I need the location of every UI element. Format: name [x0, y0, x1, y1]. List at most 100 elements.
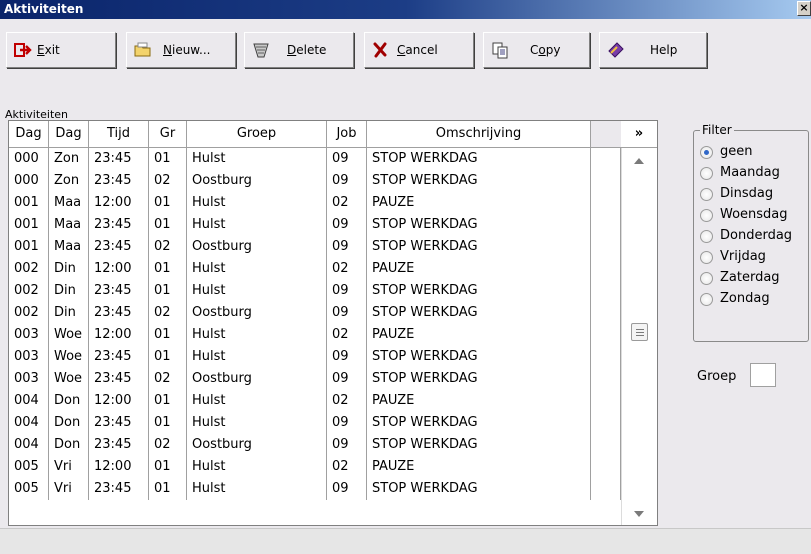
cell-job[interactable]: 02 — [327, 390, 367, 412]
cancel-button[interactable]: Cancel — [364, 32, 474, 68]
cell-groep[interactable]: Oostburg — [187, 236, 327, 258]
cell-groep[interactable]: Hulst — [187, 456, 327, 478]
cell-groep[interactable]: Oostburg — [187, 434, 327, 456]
cell-tijd[interactable]: 23:45 — [89, 236, 149, 258]
cell-job[interactable]: 02 — [327, 456, 367, 478]
cell-gr[interactable]: 02 — [149, 368, 187, 390]
table-row[interactable]: 005 Vri 12:00 01 Hulst 02 PAUZE — [9, 456, 621, 478]
cell-omschrijving[interactable]: STOP WERKDAG — [367, 434, 591, 456]
col-header-omschrijving[interactable]: Omschrijving — [367, 121, 591, 148]
cell-dag[interactable]: Don — [49, 434, 89, 456]
cell-gr[interactable]: 02 — [149, 302, 187, 324]
col-header-groep[interactable]: Groep — [187, 121, 327, 148]
cell-job[interactable]: 09 — [327, 148, 367, 170]
cell-omschrijving[interactable]: STOP WERKDAG — [367, 280, 591, 302]
cell-tijd[interactable]: 23:45 — [89, 478, 149, 500]
cell-tijd[interactable]: 23:45 — [89, 346, 149, 368]
table-row[interactable]: 000 Zon 23:45 02 Oostburg 09 STOP WERKDAG — [9, 170, 621, 192]
cell-dag-nr[interactable]: 001 — [9, 214, 49, 236]
table-row[interactable]: 003 Woe 12:00 01 Hulst 02 PAUZE — [9, 324, 621, 346]
cell-dag[interactable]: Woe — [49, 324, 89, 346]
cell-tijd[interactable]: 23:45 — [89, 170, 149, 192]
table-row[interactable]: 004 Don 23:45 02 Oostburg 09 STOP WERKDAG — [9, 434, 621, 456]
radio-label[interactable]: geen — [720, 144, 753, 159]
cell-dag[interactable]: Zon — [49, 148, 89, 170]
cell-tijd[interactable]: 12:00 — [89, 390, 149, 412]
cell-omschrijving[interactable]: STOP WERKDAG — [367, 170, 591, 192]
cell-dag-nr[interactable]: 003 — [9, 346, 49, 368]
cell-gr[interactable]: 01 — [149, 412, 187, 434]
delete-button[interactable]: Delete — [244, 32, 354, 68]
cell-dag[interactable]: Din — [49, 302, 89, 324]
scroll-up-arrow-icon[interactable] — [634, 158, 644, 164]
cell-dag[interactable]: Woe — [49, 346, 89, 368]
vertical-scrollbar[interactable] — [621, 148, 657, 525]
cell-job[interactable]: 09 — [327, 478, 367, 500]
cell-gr[interactable]: 01 — [149, 148, 187, 170]
radio-button[interactable] — [700, 146, 713, 159]
table-row[interactable]: 001 Maa 23:45 01 Hulst 09 STOP WERKDAG — [9, 214, 621, 236]
cell-dag-nr[interactable]: 002 — [9, 258, 49, 280]
cell-dag[interactable]: Don — [49, 412, 89, 434]
title-bar[interactable]: Aktiviteiten × — [0, 0, 811, 19]
cell-omschrijving[interactable]: STOP WERKDAG — [367, 302, 591, 324]
radio-label[interactable]: Zaterdag — [720, 270, 780, 285]
cell-gr[interactable]: 01 — [149, 258, 187, 280]
cell-groep[interactable]: Hulst — [187, 148, 327, 170]
table-row[interactable]: 004 Don 12:00 01 Hulst 02 PAUZE — [9, 390, 621, 412]
cell-tijd[interactable]: 23:45 — [89, 302, 149, 324]
table-row[interactable]: 002 Din 12:00 01 Hulst 02 PAUZE — [9, 258, 621, 280]
radio-label[interactable]: Maandag — [720, 165, 780, 180]
cell-dag-nr[interactable]: 001 — [9, 192, 49, 214]
cell-dag[interactable]: Din — [49, 280, 89, 302]
scroll-thumb[interactable] — [631, 323, 648, 341]
radio-button[interactable] — [700, 272, 713, 285]
cell-dag[interactable]: Woe — [49, 368, 89, 390]
cell-job[interactable]: 09 — [327, 236, 367, 258]
new-button[interactable]: Nieuw... — [126, 32, 236, 68]
cell-dag-nr[interactable]: 002 — [9, 302, 49, 324]
cell-dag-nr[interactable]: 002 — [9, 280, 49, 302]
cell-omschrijving[interactable]: STOP WERKDAG — [367, 236, 591, 258]
radio-label[interactable]: Donderdag — [720, 228, 792, 243]
cell-tijd[interactable]: 12:00 — [89, 324, 149, 346]
cell-groep[interactable]: Hulst — [187, 192, 327, 214]
cell-groep[interactable]: Oostburg — [187, 368, 327, 390]
cell-gr[interactable]: 01 — [149, 280, 187, 302]
cell-omschrijving[interactable]: STOP WERKDAG — [367, 412, 591, 434]
cell-gr[interactable]: 01 — [149, 346, 187, 368]
table-row[interactable]: 003 Woe 23:45 01 Hulst 09 STOP WERKDAG — [9, 346, 621, 368]
radio-button[interactable] — [700, 293, 713, 306]
cell-dag-nr[interactable]: 004 — [9, 390, 49, 412]
cell-omschrijving[interactable]: STOP WERKDAG — [367, 478, 591, 500]
radio-button[interactable] — [700, 188, 713, 201]
cell-omschrijving[interactable]: STOP WERKDAG — [367, 214, 591, 236]
cell-dag-nr[interactable]: 000 — [9, 148, 49, 170]
cell-job[interactable]: 09 — [327, 434, 367, 456]
copy-button[interactable]: Copy — [483, 32, 590, 68]
cell-gr[interactable]: 02 — [149, 236, 187, 258]
cell-groep[interactable]: Hulst — [187, 214, 327, 236]
table-row[interactable]: 005 Vri 23:45 01 Hulst 09 STOP WERKDAG — [9, 478, 621, 500]
cell-dag[interactable]: Don — [49, 390, 89, 412]
cell-dag[interactable]: Vri — [49, 478, 89, 500]
cell-omschrijving[interactable]: PAUZE — [367, 456, 591, 478]
cell-gr[interactable]: 01 — [149, 456, 187, 478]
table-row[interactable]: 002 Din 23:45 01 Hulst 09 STOP WERKDAG — [9, 280, 621, 302]
cell-job[interactable]: 09 — [327, 368, 367, 390]
cell-dag-nr[interactable]: 005 — [9, 478, 49, 500]
col-header-dag[interactable]: Dag — [49, 121, 89, 148]
cell-gr[interactable]: 01 — [149, 214, 187, 236]
radio-button[interactable] — [700, 209, 713, 222]
cell-tijd[interactable]: 12:00 — [89, 192, 149, 214]
cell-dag-nr[interactable]: 000 — [9, 170, 49, 192]
cell-omschrijving[interactable]: STOP WERKDAG — [367, 148, 591, 170]
cell-tijd[interactable]: 23:45 — [89, 148, 149, 170]
cell-omschrijving[interactable]: PAUZE — [367, 258, 591, 280]
cell-dag[interactable]: Maa — [49, 236, 89, 258]
cell-dag[interactable]: Zon — [49, 170, 89, 192]
cell-gr[interactable]: 02 — [149, 170, 187, 192]
cell-groep[interactable]: Hulst — [187, 258, 327, 280]
cell-groep[interactable]: Hulst — [187, 390, 327, 412]
cell-job[interactable]: 09 — [327, 170, 367, 192]
